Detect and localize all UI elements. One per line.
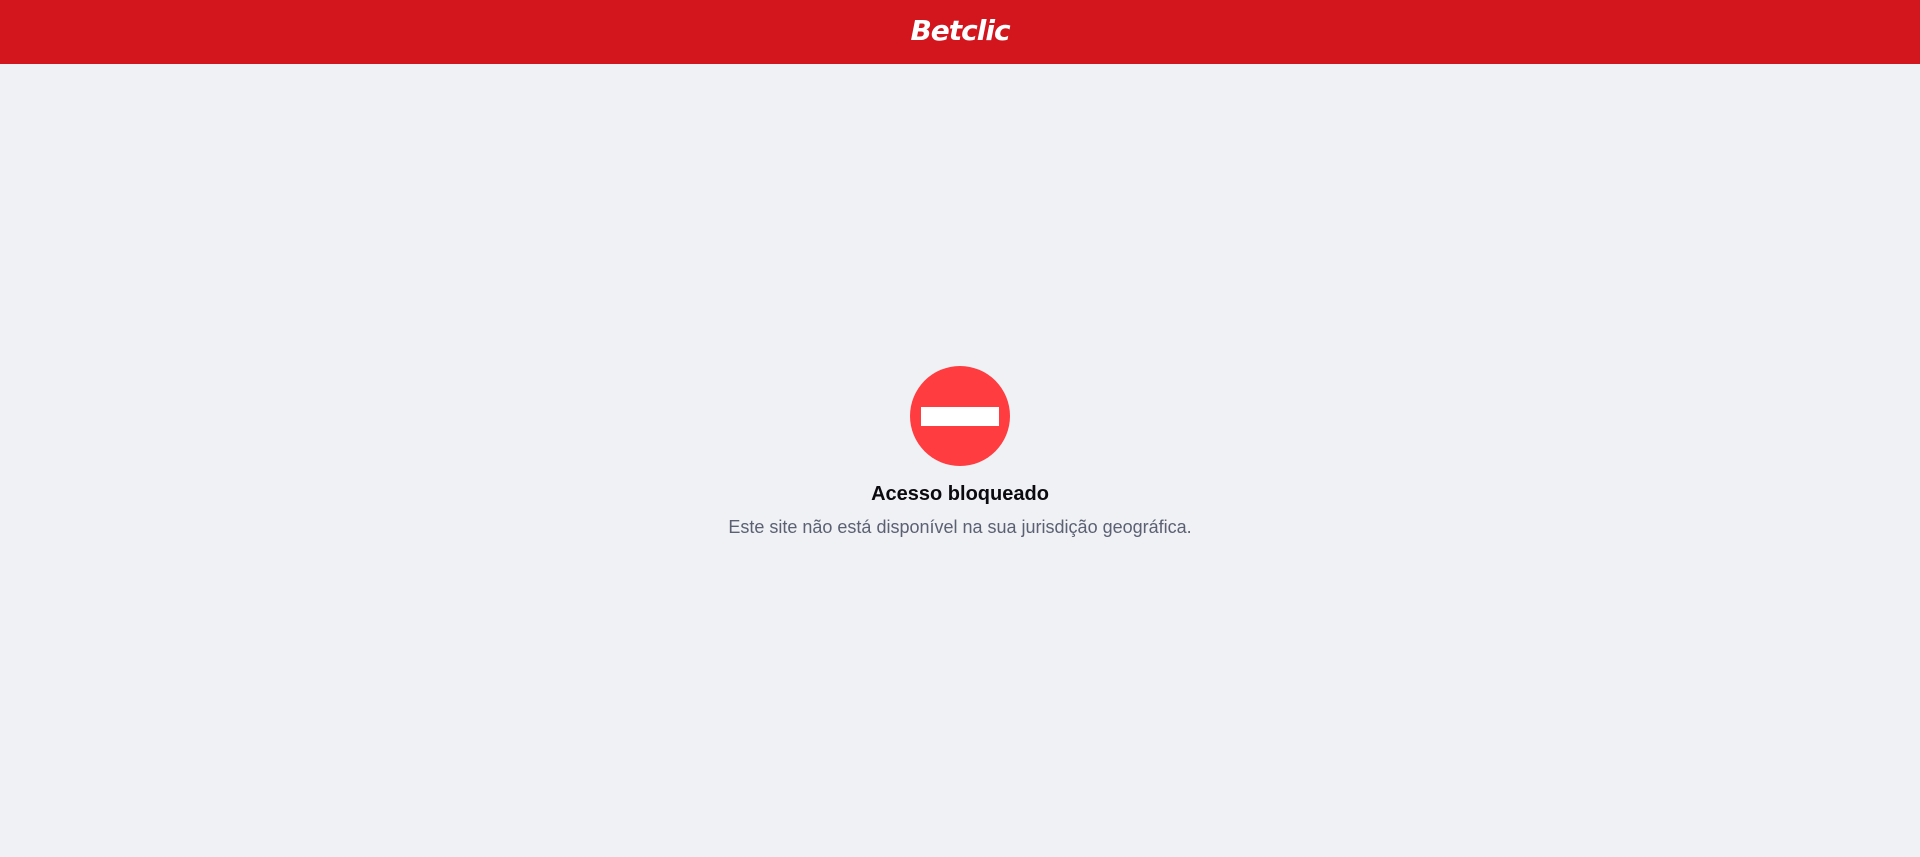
no-entry-bar bbox=[921, 406, 999, 426]
betclic-logo[interactable]: Betclic bbox=[910, 17, 1010, 45]
no-entry-icon bbox=[910, 366, 1010, 466]
page-title: Acesso bloqueado bbox=[871, 483, 1049, 505]
blocked-message: Este site não está disponível na sua jur… bbox=[728, 517, 1192, 537]
site-header: Betclic bbox=[0, 0, 1920, 64]
blocked-access-panel: Acesso bloqueado Este site não está disp… bbox=[0, 366, 1920, 538]
